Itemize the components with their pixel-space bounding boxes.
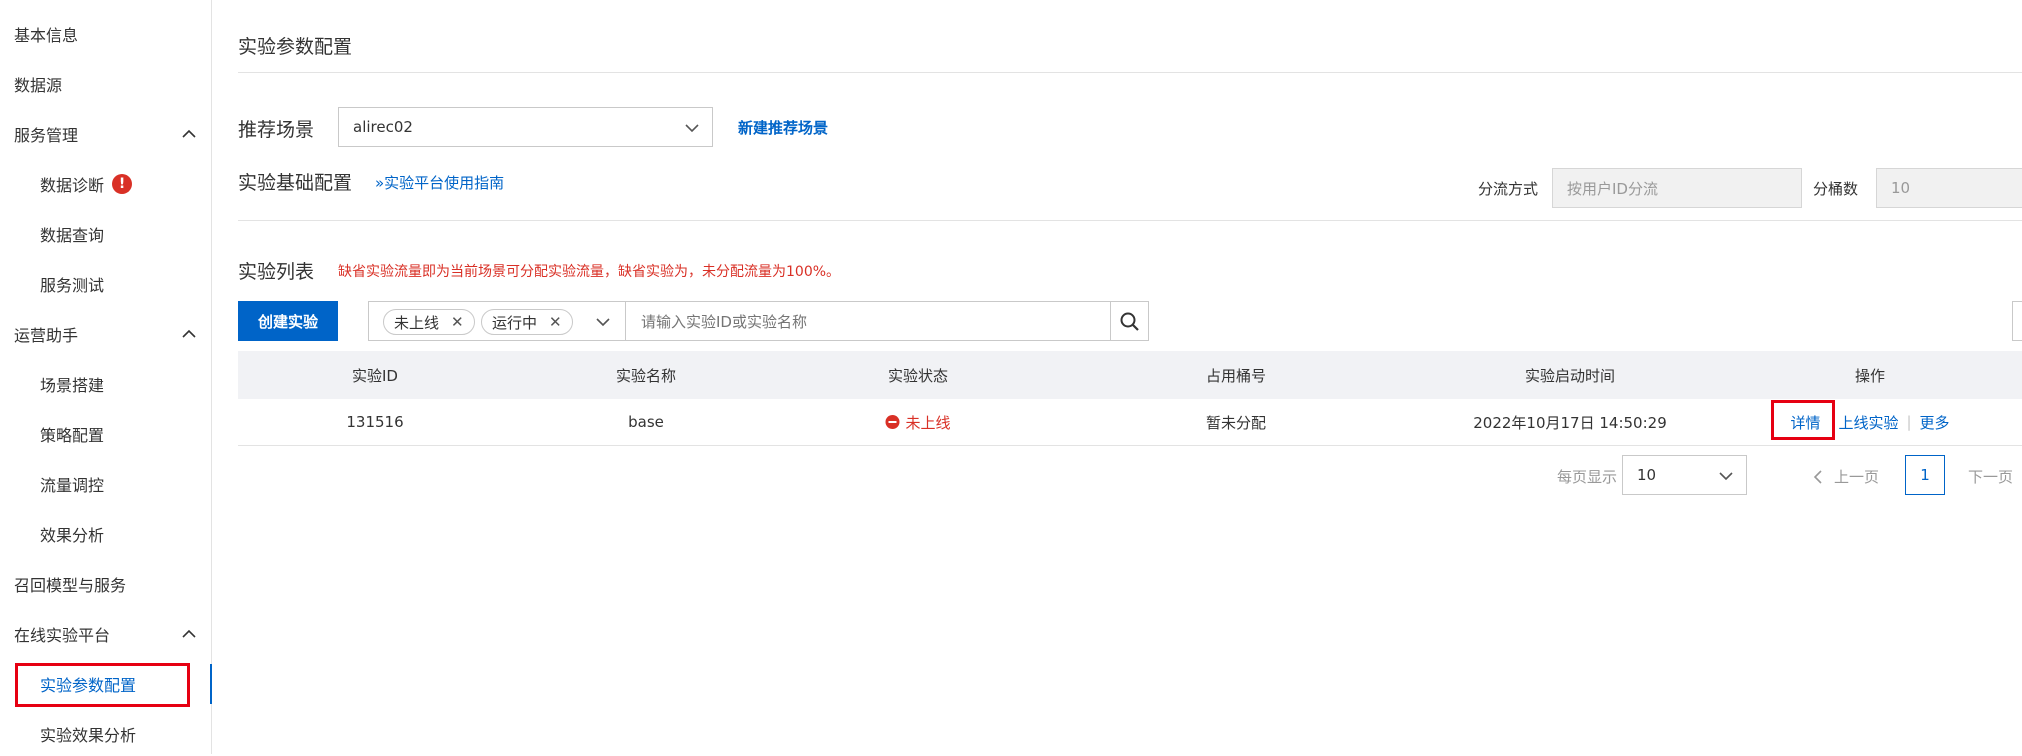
- nav-item-experiment-effect[interactable]: 实验效果分析: [0, 712, 211, 756]
- buckets-field: 10: [1876, 168, 2022, 208]
- nav-item-recall-models[interactable]: 召回模型与服务: [0, 562, 211, 606]
- settings-button[interactable]: [2012, 301, 2022, 341]
- search-icon[interactable]: [1119, 311, 1141, 333]
- nav-label: 数据查询: [40, 226, 105, 245]
- next-page-button[interactable]: 下一页: [1968, 466, 2013, 487]
- nav-item-basic-info[interactable]: 基本信息: [0, 12, 211, 56]
- chevron-up-icon[interactable]: [181, 126, 197, 142]
- more-link[interactable]: 更多: [1920, 412, 1950, 433]
- chevron-up-icon[interactable]: [181, 326, 197, 342]
- nav-item-effect-analysis[interactable]: 效果分析: [0, 512, 211, 556]
- nav-label: 流量调控: [40, 476, 105, 495]
- per-page-value: 10: [1637, 466, 1657, 484]
- nav-label: 策略配置: [40, 426, 105, 445]
- buckets-value: 10: [1891, 179, 1911, 197]
- buckets-label: 分桶数: [1813, 180, 1859, 198]
- prev-page-label: 上一页: [1834, 468, 1880, 486]
- chevron-down-icon[interactable]: [595, 314, 611, 330]
- divider: [1110, 302, 1111, 340]
- nav-item-service-management[interactable]: 服务管理: [0, 112, 211, 156]
- nav-item-strategy-config[interactable]: 策略配置: [0, 412, 211, 456]
- nav-label: 效果分析: [40, 526, 105, 545]
- nav-item-data-source[interactable]: 数据源: [0, 62, 211, 106]
- nav-label: 服务测试: [40, 276, 105, 295]
- chevron-up-icon[interactable]: [181, 626, 197, 642]
- stop-icon: [885, 415, 900, 429]
- cell-id: 131516: [346, 413, 404, 431]
- nav-label: 数据源: [14, 76, 63, 95]
- base-config-label: 实验基础配置: [238, 172, 353, 194]
- highlight-box: [15, 663, 190, 707]
- experiment-list-label: 实验列表: [238, 261, 315, 283]
- filter-tag: 未上线 ✕: [383, 309, 475, 335]
- per-page-select[interactable]: 10: [1622, 455, 1747, 495]
- column-header: 占用桶号: [1205, 366, 1267, 385]
- divider: [238, 72, 2022, 73]
- main-content: 实验参数配置 推荐场景 alirec02 新建推荐场景 实验基础配置 »实验平台…: [212, 0, 2022, 754]
- cell-start-time: 2022年10月17日 14:50:29: [1473, 413, 1667, 432]
- chevron-down-icon: [685, 124, 699, 133]
- nav-item-ops-assistant[interactable]: 运营助手: [0, 312, 211, 356]
- cell-bucket: 暂未分配: [1205, 413, 1267, 432]
- nav-item-service-test[interactable]: 服务测试: [0, 262, 211, 306]
- experiment-table: 实验ID 实验名称 实验状态 占用桶号 实验启动时间 操作 131516 bas…: [238, 351, 2022, 446]
- divider: [238, 220, 2022, 221]
- table-row: 131516 base 未上线 暂未分配 2022年10月17日 14:50:2…: [238, 399, 2022, 446]
- column-header: 操作: [1854, 366, 1886, 385]
- divider: [625, 302, 626, 340]
- page-number-button[interactable]: 1: [1905, 455, 1945, 495]
- column-header: 实验ID: [352, 366, 398, 385]
- per-page-label: 每页显示: [1557, 468, 1618, 486]
- nav-label: 在线实验平台: [14, 626, 111, 645]
- prev-page-button[interactable]: 上一页: [1812, 466, 1879, 487]
- nav-item-data-diagnosis[interactable]: 数据诊断 !: [0, 162, 211, 206]
- chevron-down-icon: [1719, 472, 1733, 481]
- nav-item-scene-build[interactable]: 场景搭建: [0, 362, 211, 406]
- cell-name: base: [628, 413, 664, 431]
- go-online-link[interactable]: 上线实验: [1838, 412, 1898, 433]
- filter-bar: 未上线 ✕ 运行中 ✕: [368, 301, 1149, 341]
- nav-label: 召回模型与服务: [14, 576, 127, 595]
- nav-label: 数据诊断: [40, 176, 105, 195]
- create-experiment-button[interactable]: 创建实验: [238, 301, 338, 341]
- filter-tag: 运行中 ✕: [481, 309, 573, 335]
- nav-label: 场景搭建: [40, 376, 105, 395]
- sidebar: 基本信息 数据源 服务管理 数据诊断 ! 数据查询 服务测试 运营助手 场景搭建…: [0, 0, 212, 754]
- nav-label: 实验效果分析: [40, 726, 137, 745]
- nav-item-online-experiment[interactable]: 在线实验平台: [0, 612, 211, 656]
- chevron-left-icon: [1813, 469, 1822, 484]
- scene-select[interactable]: alirec02: [338, 107, 713, 147]
- search-input[interactable]: [639, 307, 1113, 337]
- nav-label: 服务管理: [14, 126, 79, 145]
- close-icon[interactable]: ✕: [549, 313, 562, 331]
- split-method-label: 分流方式: [1478, 180, 1539, 198]
- alert-icon: !: [112, 174, 133, 194]
- scene-select-value: alirec02: [353, 118, 413, 136]
- column-header: 实验启动时间: [1524, 366, 1616, 385]
- filter-tag-label: 运行中: [492, 313, 538, 332]
- table-header: 实验ID 实验名称 实验状态 占用桶号 实验启动时间 操作: [238, 351, 2022, 399]
- close-icon[interactable]: ✕: [451, 313, 464, 331]
- status-text: 未上线: [905, 413, 951, 432]
- filter-tag-label: 未上线: [394, 313, 440, 332]
- nav-label: 基本信息: [14, 26, 79, 45]
- page-title: 实验参数配置: [238, 36, 353, 58]
- nav-label: 运营助手: [14, 326, 79, 345]
- cell-status: 未上线: [885, 412, 951, 433]
- nav-item-data-query[interactable]: 数据查询: [0, 212, 211, 256]
- highlight-box: [1771, 400, 1835, 440]
- column-header: 实验名称: [615, 366, 677, 385]
- split-method-value: 按用户ID分流: [1567, 179, 1658, 198]
- separator: |: [1906, 413, 1912, 431]
- split-method-field: 按用户ID分流: [1552, 168, 1802, 208]
- list-warning: 缺省实验流量即为当前场景可分配实验流量，缺省实验为，未分配流量为100%。: [338, 264, 841, 280]
- scene-label: 推荐场景: [238, 119, 315, 141]
- nav-item-traffic-control[interactable]: 流量调控: [0, 462, 211, 506]
- column-header: 实验状态: [887, 366, 949, 385]
- guide-link[interactable]: »实验平台使用指南: [375, 172, 504, 193]
- new-scene-link[interactable]: 新建推荐场景: [738, 117, 828, 138]
